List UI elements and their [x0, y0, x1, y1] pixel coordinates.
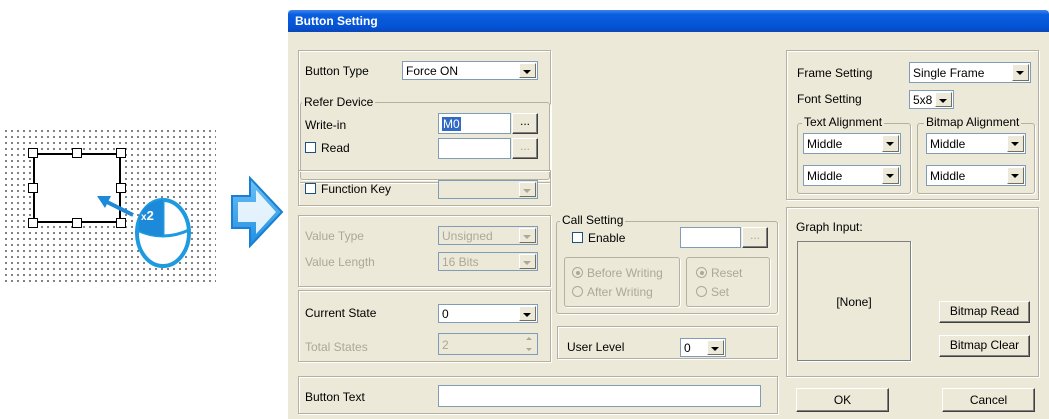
ok-button[interactable]: OK — [796, 388, 889, 412]
call-enable-label: Enable — [588, 231, 626, 245]
write-timing-group — [564, 257, 680, 307]
resize-handle-bottom-left[interactable] — [28, 218, 38, 228]
before-writing-label: Before Writing — [587, 266, 663, 280]
value-type-label: Value Type — [305, 229, 364, 243]
write-in-label: Write-in — [305, 118, 347, 132]
after-writing-radio[interactable] — [572, 286, 583, 297]
value-type-value: Unsigned — [442, 229, 493, 243]
call-setting-input[interactable] — [680, 227, 741, 248]
frame-setting-select[interactable]: Single Frame — [909, 62, 1031, 83]
chevron-down-icon[interactable] — [519, 63, 536, 78]
write-in-value: M0 — [442, 117, 461, 131]
dialog-title: Button Setting — [288, 10, 1049, 32]
function-key-checkbox[interactable] — [305, 183, 316, 194]
spinner-arrows-icon[interactable] — [523, 335, 536, 353]
read-label: Read — [321, 141, 350, 155]
font-setting-select[interactable]: 5x8 — [909, 90, 954, 109]
text-align-vertical-select[interactable]: Middle — [803, 165, 901, 186]
bitmap-align-horizontal-select[interactable]: Middle — [926, 133, 1026, 154]
resize-handle-left[interactable] — [28, 183, 38, 193]
before-writing-radio[interactable] — [572, 267, 583, 278]
value-type-select[interactable]: Unsigned — [438, 226, 538, 245]
button-type-value: Force ON — [406, 64, 459, 78]
text-align-horizontal-select[interactable]: Middle — [803, 133, 901, 154]
read-browse-button[interactable]: ... — [512, 138, 538, 159]
bitmap-alignment-legend: Bitmap Alignment — [924, 115, 1022, 129]
resize-handle-top-right[interactable] — [116, 148, 126, 158]
right-arrow-icon — [231, 175, 284, 249]
current-state-label: Current State — [305, 306, 377, 320]
button-text-label: Button Text — [305, 390, 365, 404]
total-states-spinner[interactable]: 2 — [438, 333, 538, 355]
value-length-label: Value Length — [305, 255, 375, 269]
resize-handle-bottom[interactable] — [72, 218, 82, 228]
write-in-browse-button[interactable]: ... — [512, 113, 538, 134]
value-length-value: 16 Bits — [442, 255, 479, 269]
graph-preview-text: [None] — [836, 295, 872, 309]
resize-handle-top[interactable] — [72, 148, 82, 158]
font-setting-label: Font Setting — [797, 92, 862, 106]
frame-setting-label: Frame Setting — [797, 66, 873, 80]
value-length-select[interactable]: 16 Bits — [438, 252, 538, 271]
chevron-down-icon[interactable] — [519, 254, 536, 269]
button-type-label: Button Type — [305, 64, 369, 78]
button-text-input[interactable] — [438, 385, 761, 407]
button-setting-dialog: Button Setting Button Type Force ON Refe… — [288, 10, 1049, 419]
bitmap-align-vertical-select[interactable]: Middle — [926, 165, 1026, 186]
read-checkbox[interactable] — [305, 142, 316, 153]
function-key-select[interactable] — [438, 180, 538, 199]
text-alignment-legend: Text Alignment — [802, 115, 885, 129]
bitmap-clear-button[interactable]: Bitmap Clear — [939, 335, 1030, 357]
chevron-down-icon[interactable] — [882, 167, 899, 184]
read-input[interactable] — [438, 138, 511, 159]
user-level-value: 0 — [684, 341, 691, 355]
button-type-select[interactable]: Force ON — [402, 61, 538, 80]
current-state-value: 0 — [442, 307, 449, 321]
chevron-down-icon[interactable] — [519, 228, 536, 243]
call-setting-legend: Call Setting — [560, 213, 626, 227]
chevron-down-icon[interactable] — [519, 182, 536, 197]
font-setting-value: 5x8 — [913, 93, 933, 107]
function-key-label: Function Key — [321, 182, 392, 196]
frame-setting-value: Single Frame — [913, 66, 985, 80]
total-states-value: 2 — [442, 338, 449, 352]
reset-label: Reset — [711, 266, 743, 280]
refer-device-legend: Refer Device — [302, 95, 376, 109]
graph-input-label: Graph Input: — [796, 220, 863, 234]
double-click-badge: x2 — [141, 208, 154, 224]
set-label: Set — [711, 285, 730, 299]
double-click-mouse-icon — [97, 196, 191, 268]
chevron-down-icon[interactable] — [1012, 64, 1029, 81]
call-enable-checkbox[interactable] — [572, 232, 583, 243]
chevron-down-icon[interactable] — [1007, 135, 1024, 152]
reset-radio[interactable] — [696, 267, 707, 278]
chevron-down-icon[interactable] — [707, 340, 724, 355]
user-level-select[interactable]: 0 — [680, 338, 726, 357]
write-in-input[interactable]: M0 — [438, 113, 511, 134]
chevron-down-icon[interactable] — [935, 92, 952, 107]
total-states-label: Total States — [305, 340, 368, 354]
reset-set-group — [686, 257, 770, 307]
resize-handle-top-left[interactable] — [28, 148, 38, 158]
graph-preview-box: [None] — [797, 241, 911, 361]
chevron-down-icon[interactable] — [519, 306, 536, 321]
chevron-down-icon[interactable] — [1007, 167, 1024, 184]
user-level-label: User Level — [567, 340, 625, 354]
set-radio[interactable] — [696, 286, 707, 297]
after-writing-label: After Writing — [587, 285, 653, 299]
call-setting-browse-button[interactable]: ... — [742, 227, 768, 248]
bitmap-read-button[interactable]: Bitmap Read — [939, 301, 1030, 323]
current-state-select[interactable]: 0 — [438, 304, 538, 323]
chevron-down-icon[interactable] — [882, 135, 899, 152]
cancel-button[interactable]: Cancel — [942, 388, 1035, 412]
